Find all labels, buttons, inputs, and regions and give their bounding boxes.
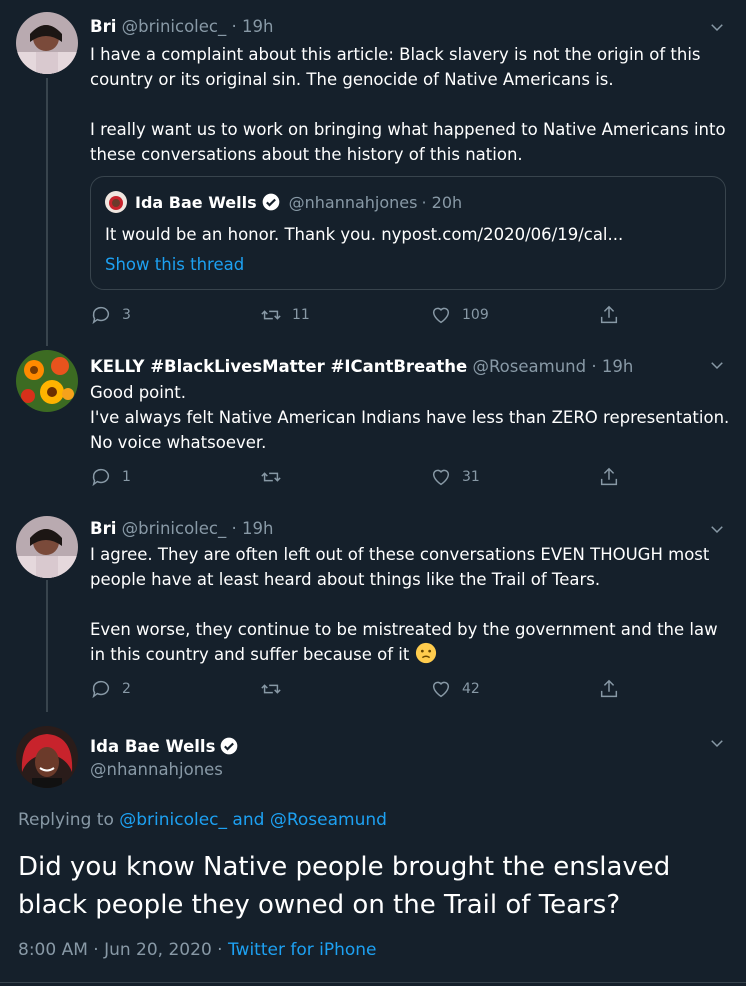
display-name[interactable]: Bri xyxy=(90,17,116,36)
share-button[interactable] xyxy=(598,466,630,488)
username[interactable]: @nhannahjones xyxy=(90,760,223,779)
avatar[interactable] xyxy=(16,350,78,412)
like-button[interactable]: 109 xyxy=(430,304,489,326)
show-thread-link[interactable]: Show this thread xyxy=(105,255,244,274)
share-icon xyxy=(600,679,618,698)
timestamp[interactable]: · 19h xyxy=(591,357,633,376)
chevron-down-icon[interactable] xyxy=(708,520,726,538)
like-button[interactable]: 42 xyxy=(430,678,480,700)
share-button[interactable] xyxy=(598,304,630,326)
username[interactable]: @brinicolec_ xyxy=(122,17,227,36)
retweet-icon xyxy=(261,472,281,482)
tweet-time[interactable]: 8:00 AM · Jun 20, 2020 · xyxy=(18,940,228,960)
mention-link[interactable]: @brinicolec_ xyxy=(119,810,227,830)
reply-button[interactable]: 2 xyxy=(90,678,131,700)
mention-conjunction[interactable]: and xyxy=(227,810,270,830)
tweet-actions: 3 11 109 xyxy=(90,304,630,330)
tweet-header: KELLY #BlackLivesMatter #ICantBreathe @R… xyxy=(90,356,633,378)
reply-button[interactable]: 1 xyxy=(90,466,131,488)
timestamp[interactable]: · 19h xyxy=(231,17,273,36)
retweet-button[interactable] xyxy=(260,678,292,700)
username[interactable]: @brinicolec_ xyxy=(122,519,227,538)
retweet-button[interactable] xyxy=(260,466,292,488)
tweet[interactable]: Bri @brinicolec_ · 19h I agree. They are… xyxy=(0,510,746,722)
username[interactable]: @Roseamund xyxy=(472,357,586,376)
tweet[interactable]: KELLY #BlackLivesMatter #ICantBreathe @R… xyxy=(0,346,746,510)
reply-icon xyxy=(92,680,110,699)
tweet-text: Good point. I've always felt Native Amer… xyxy=(90,383,730,452)
retweet-icon xyxy=(261,684,281,694)
retweet-icon xyxy=(261,310,281,320)
divider xyxy=(0,982,746,983)
reply-count: 1 xyxy=(122,469,131,485)
share-icon xyxy=(600,467,618,486)
display-name[interactable]: Bri xyxy=(90,519,116,538)
mention-link[interactable]: @Roseamund xyxy=(270,810,387,830)
main-tweet-text: Did you know Native people brought the e… xyxy=(18,852,671,920)
heart-icon xyxy=(432,469,450,486)
tweet-text-content: I agree. They are often left out of thes… xyxy=(90,545,718,664)
timestamp[interactable]: · 19h xyxy=(231,519,273,538)
chevron-down-icon[interactable] xyxy=(708,356,726,374)
display-name[interactable]: Ida Bae Wells xyxy=(90,736,239,756)
reply-count: 2 xyxy=(122,681,131,697)
like-count: 31 xyxy=(462,469,480,485)
tweet[interactable]: Bri @brinicolec_ · 19h I have a complain… xyxy=(0,0,746,346)
tweet-text: I have a complaint about this article: B… xyxy=(90,45,726,164)
retweet-count: 11 xyxy=(292,307,310,323)
heart-icon xyxy=(432,307,450,324)
replying-prefix: Replying to xyxy=(18,810,120,830)
share-icon xyxy=(600,305,618,324)
tweet-actions: 1 31 xyxy=(90,466,630,492)
quote-text: It would be an honor. Thank you. nypost.… xyxy=(105,225,624,244)
like-count: 109 xyxy=(462,307,489,323)
like-count: 42 xyxy=(462,681,480,697)
tweet-actions: 2 42 xyxy=(90,678,630,704)
confused-face-icon xyxy=(415,642,436,664)
reply-icon xyxy=(92,468,110,487)
avatar[interactable] xyxy=(16,516,78,578)
avatar[interactable] xyxy=(16,726,78,788)
quote-header: Ida Bae Wells @nhannahjones · 20h xyxy=(105,191,462,213)
chevron-down-icon[interactable] xyxy=(708,734,726,752)
heart-icon xyxy=(432,681,450,698)
like-button[interactable]: 31 xyxy=(430,466,480,488)
share-button[interactable] xyxy=(598,678,630,700)
tweet-timestamp: 8:00 AM · Jun 20, 2020 · Twitter for iPh… xyxy=(18,940,377,960)
display-name[interactable]: KELLY #BlackLivesMatter #ICantBreathe xyxy=(90,357,467,376)
verified-badge-icon xyxy=(221,737,238,755)
display-name-text: Ida Bae Wells xyxy=(90,737,216,756)
avatar[interactable] xyxy=(16,12,78,74)
replying-to: Replying to @brinicolec_ and @Roseamund xyxy=(18,810,387,830)
retweet-button[interactable]: 11 xyxy=(260,304,310,326)
reply-button[interactable]: 3 xyxy=(90,304,131,326)
reply-count: 3 xyxy=(122,307,131,323)
username: @nhannahjones xyxy=(288,192,418,212)
avatar xyxy=(105,191,127,213)
tweet-header: Bri @brinicolec_ · 19h xyxy=(90,16,273,38)
tweet-text: I agree. They are often left out of thes… xyxy=(90,542,730,667)
display-name: Ida Bae Wells xyxy=(135,192,257,212)
quoted-tweet[interactable]: Ida Bae Wells @nhannahjones · 20h It wou… xyxy=(90,176,726,290)
tweet-header: Bri @brinicolec_ · 19h xyxy=(90,518,273,540)
timestamp: · 20h xyxy=(421,192,463,212)
reply-icon xyxy=(92,306,110,325)
chevron-down-icon[interactable] xyxy=(708,18,726,36)
verified-badge-icon xyxy=(262,193,279,211)
tweet-source[interactable]: Twitter for iPhone xyxy=(228,940,377,960)
